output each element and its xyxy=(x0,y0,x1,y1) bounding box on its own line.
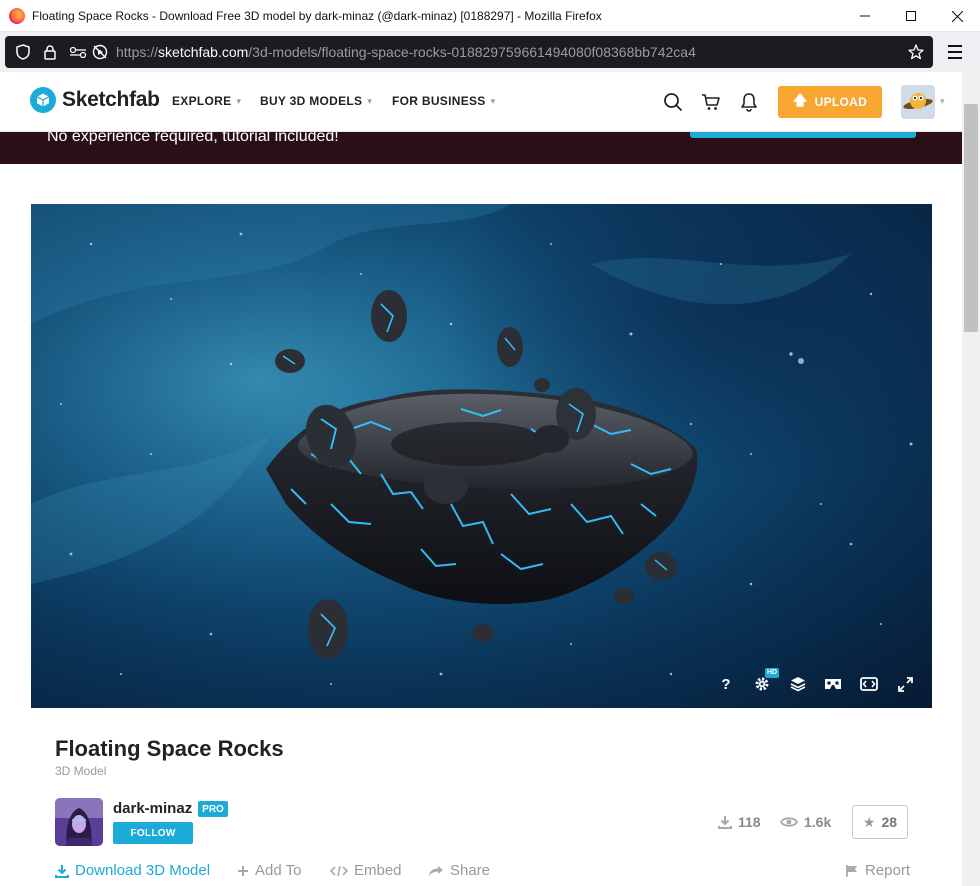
page-scrollbar[interactable] xyxy=(962,72,980,886)
close-button[interactable] xyxy=(934,0,980,32)
views-count: 1.6k xyxy=(780,814,831,830)
nav-buy-3d-models[interactable]: BUY 3D MODELS ▾ xyxy=(260,94,372,108)
page-content: Sketchfab EXPLORE ▾ BUY 3D MODELS ▾ FOR BU… xyxy=(0,72,962,886)
autoplay-blocked-icon[interactable] xyxy=(89,36,111,68)
flag-icon xyxy=(845,864,859,878)
views-value: 1.6k xyxy=(804,814,832,830)
embed-link[interactable]: Embed xyxy=(330,862,402,879)
url-scheme: https:// xyxy=(116,44,159,60)
author-avatar[interactable] xyxy=(55,798,103,846)
upload-label: UPLOAD xyxy=(814,95,868,109)
notifications-bell-icon[interactable] xyxy=(737,90,761,114)
likes-value: 28 xyxy=(881,814,898,830)
scrollbar-thumb[interactable] xyxy=(964,104,978,332)
download-3d-model-link[interactable]: Download 3D Model xyxy=(55,862,210,879)
site-header: Sketchfab EXPLORE ▾ BUY 3D MODELS ▾ FOR BU… xyxy=(0,72,962,132)
theater-mode-icon[interactable] xyxy=(859,674,879,694)
bookmark-star-icon[interactable] xyxy=(905,36,927,68)
layers-icon[interactable] xyxy=(788,674,808,694)
nav-for-business[interactable]: FOR BUSINESS ▾ xyxy=(392,94,495,108)
download-icon xyxy=(718,815,732,829)
help-label: ? xyxy=(721,675,731,693)
nav-explore[interactable]: EXPLORE ▾ xyxy=(172,94,241,108)
share-link[interactable]: Share xyxy=(428,862,490,879)
vr-headset-icon[interactable] xyxy=(823,674,843,694)
sketchfab-logo[interactable]: Sketchfab xyxy=(30,87,160,113)
nav-explore-label: EXPLORE xyxy=(172,94,232,108)
user-avatar[interactable] xyxy=(901,85,935,119)
downloads-value: 118 xyxy=(738,814,761,830)
model-type: 3D Model xyxy=(55,764,107,778)
maximize-button[interactable] xyxy=(888,0,934,32)
app-menu-hamburger-icon[interactable] xyxy=(944,42,966,62)
window-title: Floating Space Rocks - Download Free 3D … xyxy=(32,8,602,23)
lock-icon[interactable] xyxy=(40,36,60,68)
download-label: Download 3D Model xyxy=(75,862,211,879)
upload-arrow-icon: 🡅 xyxy=(792,92,808,108)
minimize-button[interactable] xyxy=(842,0,888,32)
model-viewer[interactable]: ? HD xyxy=(31,204,932,708)
fullscreen-icon[interactable] xyxy=(895,674,915,694)
downloads-count: 118 xyxy=(718,814,761,830)
firefox-icon xyxy=(9,7,25,24)
report-link[interactable]: Report xyxy=(845,862,910,879)
follow-button[interactable]: FOLLOW xyxy=(113,822,193,844)
plus-icon xyxy=(237,865,249,877)
eye-icon xyxy=(780,816,798,828)
viewer-scene xyxy=(31,204,932,708)
promo-banner: No experience required, tutorial include… xyxy=(0,128,962,164)
url-text[interactable]: https://sketchfab.com/3d-models/floating… xyxy=(116,36,696,68)
nav-business-label: FOR BUSINESS xyxy=(392,94,486,108)
url-bar[interactable]: https://sketchfab.com/3d-models/floating… xyxy=(5,36,933,68)
promo-cta-button[interactable] xyxy=(690,132,916,138)
download-icon xyxy=(55,864,69,878)
tracking-protection-shield-icon[interactable] xyxy=(13,36,33,68)
code-icon xyxy=(330,865,348,877)
upload-button[interactable]: 🡅 UPLOAD xyxy=(778,86,882,118)
share-arrow-icon xyxy=(428,865,444,877)
cart-icon[interactable] xyxy=(699,90,723,114)
like-button[interactable]: ★ 28 xyxy=(852,805,908,839)
model-title: Floating Space Rocks xyxy=(55,736,284,761)
author-name[interactable]: dark-minaz xyxy=(113,800,192,817)
help-button[interactable]: ? xyxy=(716,674,736,694)
close-icon xyxy=(951,10,963,22)
url-host: sketchfab.com xyxy=(158,44,249,60)
share-label: Share xyxy=(450,862,491,879)
url-path: /3d-models/floating-space-rocks-01882975… xyxy=(248,44,696,60)
search-icon[interactable] xyxy=(661,90,685,114)
embed-label: Embed xyxy=(354,862,402,879)
report-label: Report xyxy=(865,862,911,879)
add-to-link[interactable]: Add To xyxy=(237,862,301,879)
hd-badge: HD xyxy=(765,668,780,678)
avatar-chevron-down-icon[interactable]: ▾ xyxy=(940,96,945,107)
sketchfab-logo-icon xyxy=(30,87,56,113)
chevron-down-icon: ▾ xyxy=(367,95,373,106)
add-to-label: Add To xyxy=(255,862,302,879)
pro-badge: PRO xyxy=(198,801,228,817)
chevron-down-icon: ▾ xyxy=(490,95,496,106)
chevron-down-icon: ▾ xyxy=(236,95,242,106)
permissions-icon[interactable] xyxy=(67,36,89,68)
maximize-icon xyxy=(906,11,916,21)
browser-toolbar: https://sketchfab.com/3d-models/floating… xyxy=(0,32,980,72)
minimize-icon xyxy=(860,15,870,17)
logo-text: Sketchfab xyxy=(62,88,160,111)
window-titlebar: Floating Space Rocks - Download Free 3D … xyxy=(0,0,980,32)
nav-buy-label: BUY 3D MODELS xyxy=(260,94,363,108)
star-icon: ★ xyxy=(862,813,876,830)
